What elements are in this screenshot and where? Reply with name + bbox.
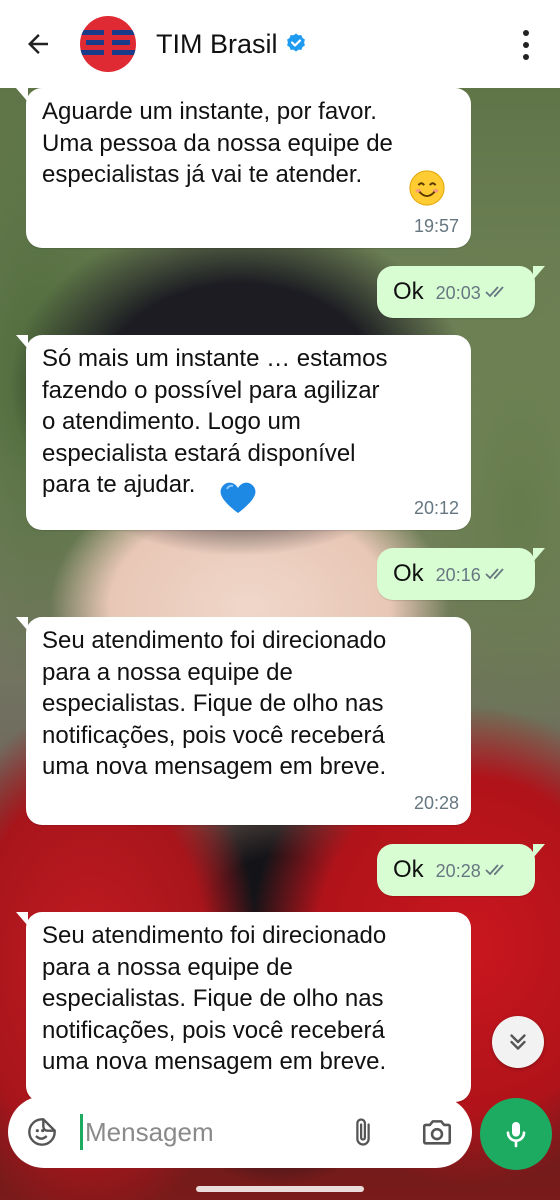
chat-header: TIM Brasil [0, 0, 560, 88]
incoming-message[interactable]: Seu atendimento foi direcionado para a n… [16, 912, 471, 1102]
arrow-left-icon [28, 34, 48, 54]
message-composer [8, 1096, 472, 1168]
outgoing-message[interactable]: Ok 20:28 [377, 844, 545, 896]
more-vertical-icon [523, 30, 529, 36]
emoji-button[interactable] [22, 1112, 62, 1152]
scroll-to-bottom-button[interactable] [492, 1016, 544, 1068]
message-text: Ok [393, 278, 424, 305]
double-check-icon [485, 286, 504, 298]
message-text: Seu atendimento foi direcionado para a n… [42, 922, 387, 1075]
double-check-icon [485, 864, 504, 876]
camera-icon [422, 1120, 452, 1145]
more-options-button[interactable] [512, 30, 540, 60]
text-cursor [80, 1114, 83, 1150]
message-time: 20:03 [435, 283, 481, 303]
message-time: 20:16 [435, 565, 481, 585]
incoming-message[interactable]: Aguarde um instante, por favor. Uma pess… [16, 88, 471, 248]
message-text: Ok [393, 560, 424, 587]
blue-heart-icon [220, 482, 256, 513]
double-check-icon [485, 568, 504, 580]
verified-badge-icon [286, 33, 305, 52]
contact-avatar[interactable] [80, 16, 136, 72]
incoming-message[interactable]: Só mais um instante … estamos fazendo o … [16, 335, 471, 530]
message-text: Seu atendimento foi direcionado para a n… [42, 627, 387, 780]
sticker-smiley-icon [28, 1118, 56, 1146]
message-text: Só mais um instante … estamos fazendo o … [42, 345, 388, 498]
voice-message-button[interactable] [480, 1098, 552, 1170]
message-time: 19:57 [413, 215, 459, 236]
message-input[interactable] [85, 1116, 335, 1148]
camera-button[interactable] [417, 1112, 457, 1152]
smiling-face-icon [409, 170, 445, 206]
message-time: 20:28 [413, 792, 459, 813]
message-time: 20:12 [413, 497, 459, 518]
attach-button[interactable] [345, 1112, 381, 1152]
message-text: Ok [393, 856, 424, 883]
outgoing-message[interactable]: Ok 20:16 [377, 548, 545, 600]
outgoing-message[interactable]: Ok 20:03 [377, 266, 545, 318]
incoming-message[interactable]: Seu atendimento foi direcionado para a n… [16, 617, 471, 825]
home-indicator[interactable] [196, 1186, 364, 1192]
microphone-icon [506, 1122, 526, 1148]
double-chevron-down-icon [510, 1034, 526, 1050]
contact-name[interactable]: TIM Brasil [156, 29, 278, 60]
message-text: Aguarde um instante, por favor. Uma pess… [42, 98, 393, 188]
paperclip-icon [356, 1118, 370, 1146]
message-time: 20:28 [435, 861, 481, 881]
back-button[interactable] [18, 24, 58, 64]
